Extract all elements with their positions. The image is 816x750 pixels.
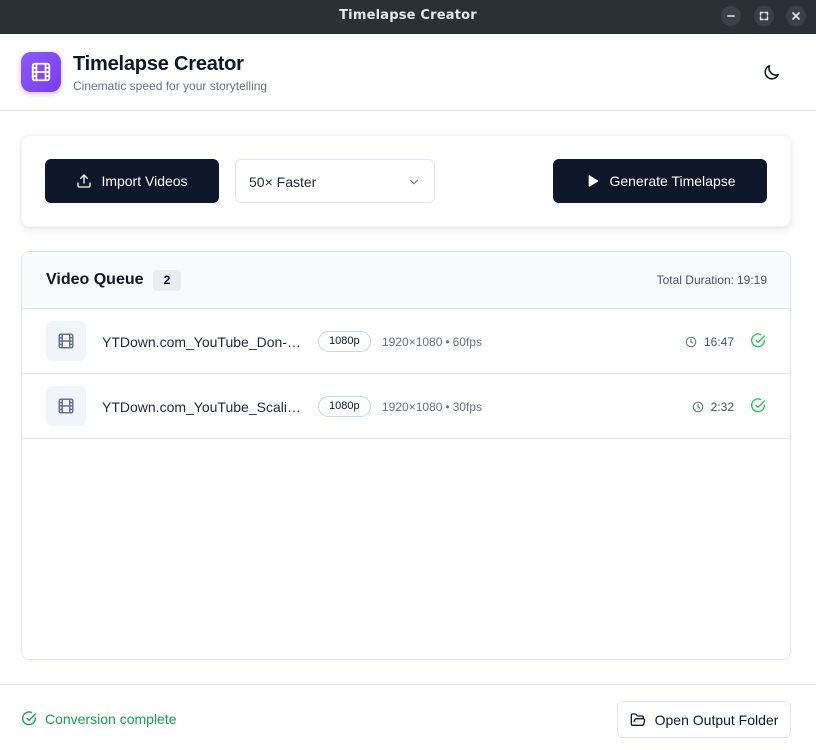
conversion-status: Conversion complete (21, 711, 177, 727)
video-fps: 30fps (452, 400, 482, 414)
speed-select[interactable]: 50× Faster (235, 159, 435, 203)
video-metadata: 1920×1080 • 60fps (382, 335, 482, 349)
quality-badge: 1080p (318, 396, 371, 417)
video-metadata: 1920×1080 • 30fps (382, 400, 482, 414)
close-button[interactable] (786, 6, 806, 26)
window-title: Timelapse Creator (339, 8, 477, 23)
chevron-down-icon (409, 179, 419, 185)
generate-timelapse-button[interactable]: Generate Timelapse (553, 159, 767, 203)
total-duration-label: Total Duration: (656, 273, 734, 287)
film-icon (31, 62, 51, 82)
app-tagline: Cinematic speed for your storytelling (73, 79, 268, 93)
window-titlebar: Timelapse Creator (0, 0, 816, 34)
queue-item[interactable]: YTDown.com_YouTube_Don-… 1080p 1920×1080… (22, 309, 790, 374)
generate-timelapse-label: Generate Timelapse (609, 173, 736, 189)
maximize-button[interactable] (754, 6, 774, 26)
meta-separator: • (445, 335, 450, 349)
meta-separator: • (445, 400, 450, 414)
total-duration-value: 19:19 (736, 273, 767, 287)
video-filename: YTDown.com_YouTube_Scali… (102, 399, 301, 415)
play-icon (589, 175, 599, 187)
queue-count-badge: 2 (153, 270, 181, 291)
queue-item[interactable]: YTDown.com_YouTube_Scali… 1080p 1920×108… (22, 374, 790, 439)
film-icon (58, 333, 74, 349)
moon-icon (763, 64, 779, 80)
upload-icon (77, 174, 92, 188)
video-resolution: 1920×1080 (382, 400, 443, 414)
video-queue-panel: Video Queue 2 Total Duration: 19:19 YTDow… (21, 251, 791, 660)
app-header: Timelapse Creator Cinematic speed for yo… (0, 34, 816, 111)
clock-icon (685, 336, 697, 348)
theme-toggle-button[interactable] (756, 57, 786, 87)
video-thumbnail (46, 386, 86, 426)
app-logo (21, 52, 61, 92)
status-footer: Conversion complete Open Output Folder (0, 684, 816, 750)
speed-select-value: 50× Faster (249, 174, 317, 190)
video-filename: YTDown.com_YouTube_Don-… (102, 334, 301, 350)
film-icon (58, 398, 74, 414)
total-duration: Total Duration: 19:19 (657, 273, 767, 287)
minimize-button[interactable] (721, 6, 741, 26)
open-output-folder-button[interactable]: Open Output Folder (617, 701, 791, 738)
folder-open-icon (630, 712, 645, 726)
video-thumbnail (46, 321, 86, 361)
minimize-icon (727, 15, 735, 17)
maximize-icon (759, 11, 769, 21)
video-queue-header: Video Queue 2 Total Duration: 19:19 (22, 252, 790, 309)
import-videos-label: Import Videos (101, 173, 188, 189)
check-circle-icon (751, 333, 765, 348)
check-circle-icon (22, 711, 36, 726)
controls-card: Import Videos 50× Faster Generate Timela… (21, 135, 791, 227)
close-icon (792, 12, 800, 20)
video-fps: 60fps (452, 335, 482, 349)
import-videos-button[interactable]: Import Videos (45, 159, 219, 203)
check-circle-icon (751, 398, 765, 413)
quality-badge: 1080p (318, 331, 371, 352)
video-duration: 2:32 (692, 400, 734, 414)
open-output-folder-label: Open Output Folder (654, 711, 779, 728)
video-resolution: 1920×1080 (382, 335, 443, 349)
video-queue-title: Video Queue (46, 271, 144, 288)
video-duration: 16:47 (685, 335, 734, 349)
video-duration-value: 2:32 (710, 400, 734, 414)
app-title: Timelapse Creator (73, 53, 244, 75)
clock-icon (692, 401, 703, 413)
conversion-status-text: Conversion complete (45, 711, 177, 727)
video-duration-value: 16:47 (703, 335, 734, 349)
